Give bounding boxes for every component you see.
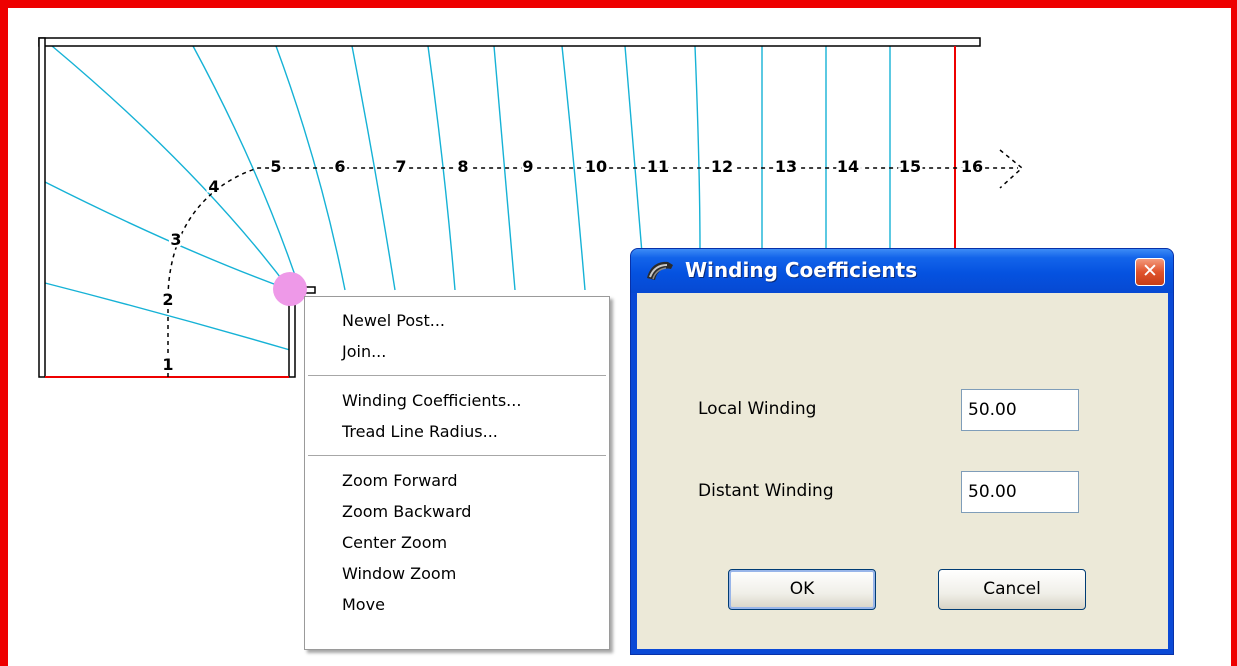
step-number-5: 5 bbox=[270, 157, 281, 176]
menu-item-zoom-forward[interactable]: Zoom Forward bbox=[305, 465, 609, 496]
step-number-16: 16 bbox=[961, 157, 983, 176]
distant-winding-input[interactable] bbox=[961, 471, 1079, 513]
ok-button[interactable]: OK bbox=[728, 569, 876, 610]
step-number-15: 15 bbox=[899, 157, 921, 176]
menu-item-center-zoom[interactable]: Center Zoom bbox=[305, 527, 609, 558]
local-winding-label: Local Winding bbox=[698, 399, 817, 419]
menu-separator bbox=[308, 455, 606, 457]
winding-coefficients-dialog: Winding Coefficients ✕ Local Winding Dis… bbox=[630, 248, 1174, 655]
tread-line bbox=[694, 45, 701, 251]
tread-line bbox=[44, 181, 291, 291]
top-stringer bbox=[38, 37, 981, 47]
menu-item-zoom-backward[interactable]: Zoom Backward bbox=[305, 496, 609, 527]
step-number-13: 13 bbox=[775, 157, 797, 176]
menu-item-winding-coefficients[interactable]: Winding Coefficients... bbox=[305, 385, 609, 416]
step-number-4: 4 bbox=[208, 177, 219, 196]
step-number-9: 9 bbox=[522, 157, 533, 176]
tread-line bbox=[51, 45, 291, 291]
menu-separator bbox=[308, 375, 606, 377]
menu-item-newel-post[interactable]: Newel Post... bbox=[305, 305, 609, 336]
step-number-10: 10 bbox=[585, 157, 607, 176]
context-menu[interactable]: Newel Post... Join... Winding Coefficients… bbox=[304, 296, 610, 650]
distant-winding-label: Distant Winding bbox=[698, 481, 834, 501]
menu-item-window-zoom[interactable]: Window Zoom bbox=[305, 558, 609, 589]
step-number-8: 8 bbox=[457, 157, 468, 176]
cancel-button[interactable]: Cancel bbox=[938, 569, 1086, 610]
menu-item-move[interactable]: Move bbox=[305, 589, 609, 620]
tread-line bbox=[493, 45, 516, 291]
dialog-titlebar[interactable]: Winding Coefficients ✕ bbox=[631, 249, 1173, 293]
step-number-14: 14 bbox=[837, 157, 859, 176]
dialog-title: Winding Coefficients bbox=[685, 258, 918, 282]
step-number-1: 1 bbox=[162, 355, 173, 374]
local-winding-input[interactable] bbox=[961, 389, 1079, 431]
tread-line bbox=[561, 45, 586, 291]
step-number-3: 3 bbox=[170, 230, 181, 249]
step-number-2: 2 bbox=[162, 290, 173, 309]
walk-direction-arrow bbox=[999, 149, 1024, 189]
step-number-7: 7 bbox=[395, 157, 406, 176]
stair-app-icon bbox=[647, 261, 673, 280]
menu-item-tread-line-radius[interactable]: Tread Line Radius... bbox=[305, 416, 609, 447]
left-stringer bbox=[38, 37, 46, 378]
menu-item-join[interactable]: Join... bbox=[305, 336, 609, 367]
dialog-body: Local Winding Distant Winding OK Cancel bbox=[637, 293, 1168, 649]
step-number-6: 6 bbox=[334, 157, 345, 176]
step-number-11: 11 bbox=[647, 157, 669, 176]
step-number-12: 12 bbox=[711, 157, 733, 176]
newel-highlight[interactable] bbox=[273, 272, 307, 306]
close-icon[interactable]: ✕ bbox=[1135, 258, 1165, 286]
